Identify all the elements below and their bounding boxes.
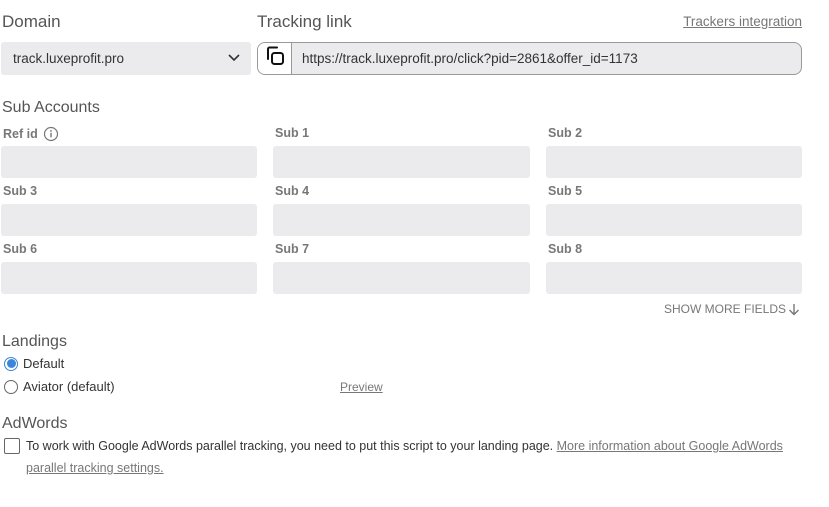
copy-button[interactable] <box>258 43 292 74</box>
sub2-label: Sub 2 <box>548 126 583 140</box>
adwords-description: To work with Google AdWords parallel tra… <box>26 435 816 479</box>
ref-id-input[interactable] <box>1 146 257 178</box>
chevron-down-icon <box>227 51 241 66</box>
trackers-integration-link[interactable]: Trackers integration <box>683 14 802 29</box>
landing-option-default-label: Default <box>23 356 65 371</box>
ref-id-label-text: Ref id <box>3 127 38 141</box>
adwords-text: To work with Google AdWords parallel tra… <box>26 439 557 453</box>
sub8-label: Sub 8 <box>548 242 583 256</box>
show-more-fields-button[interactable]: SHOW MORE FIELDS <box>664 302 800 316</box>
domain-select-value: track.luxeprofit.pro <box>13 51 125 66</box>
sub3-input[interactable] <box>1 204 257 236</box>
sub2-input[interactable] <box>546 146 802 178</box>
domain-select[interactable]: track.luxeprofit.pro <box>1 42 251 75</box>
sub-accounts-title: Sub Accounts <box>2 99 100 116</box>
tracking-link-title: Tracking link <box>257 12 352 31</box>
sub1-input[interactable] <box>273 146 530 178</box>
sub7-input[interactable] <box>273 262 530 294</box>
adwords-checkbox[interactable] <box>4 438 20 454</box>
copy-icon <box>264 45 286 72</box>
sub3-label: Sub 3 <box>3 184 38 198</box>
radio-aviator[interactable] <box>4 379 18 394</box>
sub4-label: Sub 4 <box>275 184 310 198</box>
info-icon[interactable] <box>43 126 59 142</box>
tracking-url: https://track.luxeprofit.pro/click?pid=2… <box>302 51 638 66</box>
sub5-label: Sub 5 <box>548 184 583 198</box>
adwords-title: AdWords <box>2 415 68 432</box>
sub7-label: Sub 7 <box>275 242 310 256</box>
show-more-fields-label: SHOW MORE FIELDS <box>663 302 786 316</box>
arrow-down-icon <box>788 303 800 316</box>
tracking-link-field[interactable]: https://track.luxeprofit.pro/click?pid=2… <box>257 42 802 75</box>
radio-default[interactable] <box>4 356 18 371</box>
preview-link[interactable]: Preview <box>340 380 383 394</box>
landing-option-aviator[interactable]: Aviator (default) <box>4 379 115 394</box>
domain-title: Domain <box>2 12 61 31</box>
sub6-input[interactable] <box>1 262 257 294</box>
landing-option-default[interactable]: Default <box>4 356 64 371</box>
sub4-input[interactable] <box>273 204 530 236</box>
landings-title: Landings <box>2 333 67 350</box>
sub5-input[interactable] <box>546 204 802 236</box>
ref-id-label: Ref id <box>3 126 59 142</box>
sub1-label: Sub 1 <box>275 126 310 140</box>
landing-option-aviator-label: Aviator (default) <box>23 379 115 394</box>
sub6-label: Sub 6 <box>3 242 38 256</box>
sub8-input[interactable] <box>546 262 802 294</box>
